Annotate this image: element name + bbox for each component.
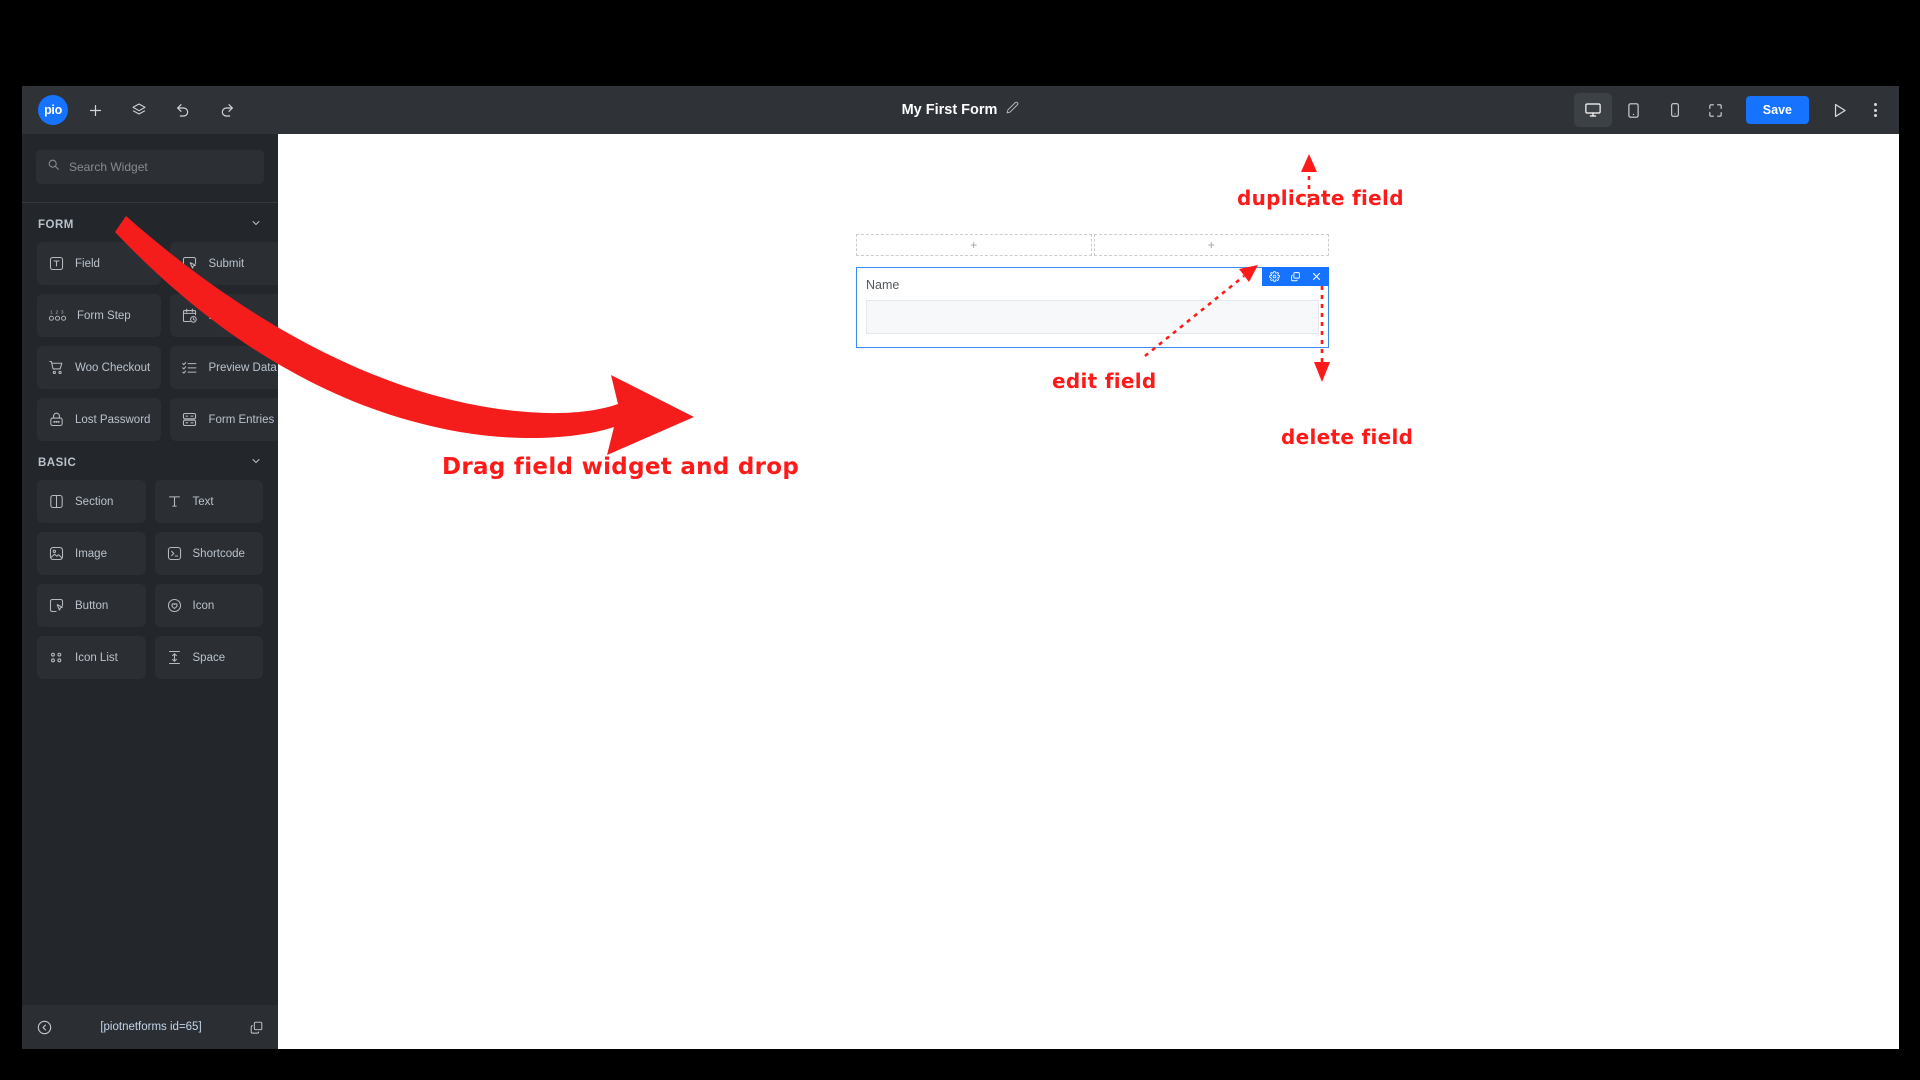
widget-space[interactable]: Space [154,636,263,679]
layers-icon[interactable] [122,93,156,127]
widget-icon-list[interactable]: Icon List [37,636,146,679]
collapse-left-icon[interactable] [36,1019,53,1036]
edit-pencil-icon[interactable] [1006,101,1019,119]
piotnet-logo[interactable]: pio [38,95,68,125]
widget-submit[interactable]: Submit [170,242,288,285]
form-step-icon: 123 [48,307,67,324]
widget-lost-password[interactable]: Lost Password [37,398,162,441]
widget-shortcode[interactable]: Shortcode [154,532,263,575]
widget-button[interactable]: Button [37,584,146,627]
add-icon[interactable] [78,93,112,127]
submit-cursor-icon [181,255,198,272]
search-icon [47,158,60,176]
image-icon [48,545,65,562]
search-widget-box[interactable] [36,150,264,184]
svg-text:1: 1 [50,309,53,315]
checklist-icon [181,359,198,376]
shortcode-text: [piotnetforms id=65] [100,1021,202,1033]
text-t-icon [166,493,183,510]
chevron-down-icon[interactable] [250,455,262,470]
redo-icon[interactable] [210,93,244,127]
undo-icon[interactable] [166,93,200,127]
device-mobile-button[interactable] [1656,93,1694,127]
widget-grid-form: Field Submit 123 Form Step Booking Woo C… [22,242,288,441]
button-cursor-icon [48,597,65,614]
svg-text:2: 2 [55,309,58,315]
fullscreen-button[interactable] [1697,93,1735,127]
shortcode-bar: [piotnetforms id=65] [22,1005,278,1049]
widget-image[interactable]: Image [37,532,146,575]
widget-woo-checkout[interactable]: Woo Checkout [37,346,162,389]
top-toolbar: pio My First Form Save [22,86,1899,134]
widget-section[interactable]: Section [37,480,146,523]
booking-calendar-icon [181,307,198,324]
annotation-drag-drop: Drag field widget and drop [442,454,800,480]
section-header-basic[interactable]: BASIC [22,441,278,480]
play-preview-icon[interactable] [1820,93,1858,127]
dropzone-row: + + [856,234,1329,256]
widget-sidebar: FORM Field Submit 123 Form Step Booking [22,134,288,1049]
widget-form-step[interactable]: 123 Form Step [37,294,162,337]
svg-text:3: 3 [61,309,64,315]
field-action-toolbar [1262,267,1329,286]
save-button[interactable]: Save [1745,96,1809,124]
copy-icon[interactable] [249,1020,264,1035]
form-builder-area: + + Name [856,234,1329,348]
lock-icon [48,411,65,428]
widget-text[interactable]: Text [154,480,263,523]
kebab-menu-icon[interactable] [1861,103,1889,117]
field-widget-name[interactable]: Name [856,267,1329,348]
annotation-delete-field: delete field [1281,425,1414,449]
widget-booking[interactable]: Booking [170,294,288,337]
widget-preview-data[interactable]: Preview Data [170,346,288,389]
close-x-icon[interactable] [1311,271,1322,282]
app-window: pio My First Form Save Search Widget FOR… [22,86,1899,1049]
device-tablet-button[interactable] [1615,93,1653,127]
settings-gear-icon[interactable] [1269,271,1280,282]
text-field-icon [48,255,65,272]
vertical-space-icon [166,649,183,666]
dropzone-left[interactable]: + [856,234,1092,256]
widget-icon[interactable]: Icon [154,584,263,627]
field-text-input[interactable] [866,300,1319,334]
search-area [22,134,278,203]
field-label: Name [866,278,900,292]
view-controls: Save [1573,86,1889,134]
section-header-form[interactable]: FORM [22,203,278,242]
entries-icon [181,411,198,428]
page-title: My First Form [901,102,998,118]
section-label-form: FORM [38,218,74,231]
annotation-edit-field: edit field [1052,369,1157,393]
widget-grid-basic: Section Text Image Shortcode Button Icon [22,480,278,679]
chevron-down-icon[interactable] [250,217,262,232]
shortcode-terminal-icon [166,545,183,562]
cart-icon [48,359,65,376]
heart-circle-icon [166,597,183,614]
duplicate-icon[interactable] [1290,271,1301,282]
section-columns-icon [48,493,65,510]
section-label-basic: BASIC [38,456,77,469]
device-desktop-button[interactable] [1573,93,1612,127]
icon-list-icon [48,649,65,666]
annotation-duplicate-field: duplicate field [1237,186,1404,210]
search-input[interactable] [69,160,253,174]
widget-field[interactable]: Field [37,242,162,285]
form-canvas: + + Name [278,134,1899,1049]
widget-form-entries[interactable]: Form Entries [170,398,288,441]
dropzone-right[interactable]: + [1093,234,1329,256]
